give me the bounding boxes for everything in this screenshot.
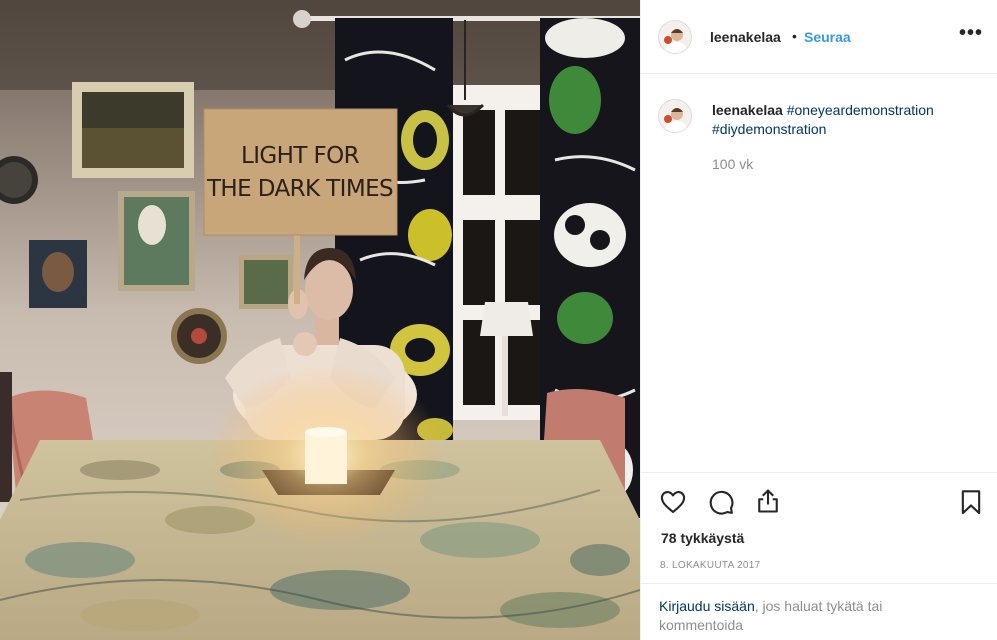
post-caption: leenakelaa #oneyeardemonstration #diydem… — [712, 101, 984, 139]
heart-icon[interactable] — [659, 488, 687, 516]
follow-button[interactable]: Seuraa — [804, 29, 851, 45]
likes-count[interactable]: 78 tykkäystä — [661, 530, 744, 546]
bookmark-icon[interactable] — [957, 488, 985, 516]
photo-scene — [0, 0, 640, 640]
hashtag-link[interactable]: #diydemonstration — [712, 121, 826, 137]
post-actions: 78 tykkäystä 8. LOKAKUUTA 2017 Kirjaudu … — [641, 472, 997, 640]
post-photo[interactable]: LIGHT FOR THE DARK TIMES — [0, 0, 640, 640]
login-link[interactable]: Kirjaudu sisään — [659, 598, 755, 614]
avatar-image — [659, 100, 691, 132]
post-header: leenakelaa • Seuraa ••• — [641, 0, 997, 74]
hashtag-link[interactable]: #oneyeardemonstration — [787, 102, 934, 118]
sign-text: LIGHT FOR THE DARK TIMES — [205, 110, 395, 235]
header-username[interactable]: leenakelaa — [710, 29, 781, 45]
sign-line-2: THE DARK TIMES — [206, 175, 394, 202]
post-side-panel: leenakelaa • Seuraa ••• leenakelaa #oney… — [640, 0, 997, 640]
avatar-image — [659, 21, 691, 53]
avatar[interactable] — [658, 20, 692, 54]
share-icon[interactable] — [754, 487, 782, 515]
caption-timestamp[interactable]: 100 vk — [712, 156, 753, 172]
sign-line-1: LIGHT FOR — [241, 142, 360, 169]
post-date[interactable]: 8. LOKAKUUTA 2017 — [660, 560, 761, 571]
header-separator: • — [792, 28, 797, 44]
login-prompt: Kirjaudu sisään, jos haluat tykätä tai k… — [641, 583, 997, 640]
caption-username[interactable]: leenakelaa — [712, 102, 783, 118]
caption-avatar[interactable] — [658, 99, 692, 133]
ellipsis-icon[interactable]: ••• — [959, 22, 983, 45]
login-prompt-text: Kirjaudu sisään, jos haluat tykätä tai k… — [659, 597, 959, 635]
comment-icon[interactable] — [707, 488, 735, 516]
